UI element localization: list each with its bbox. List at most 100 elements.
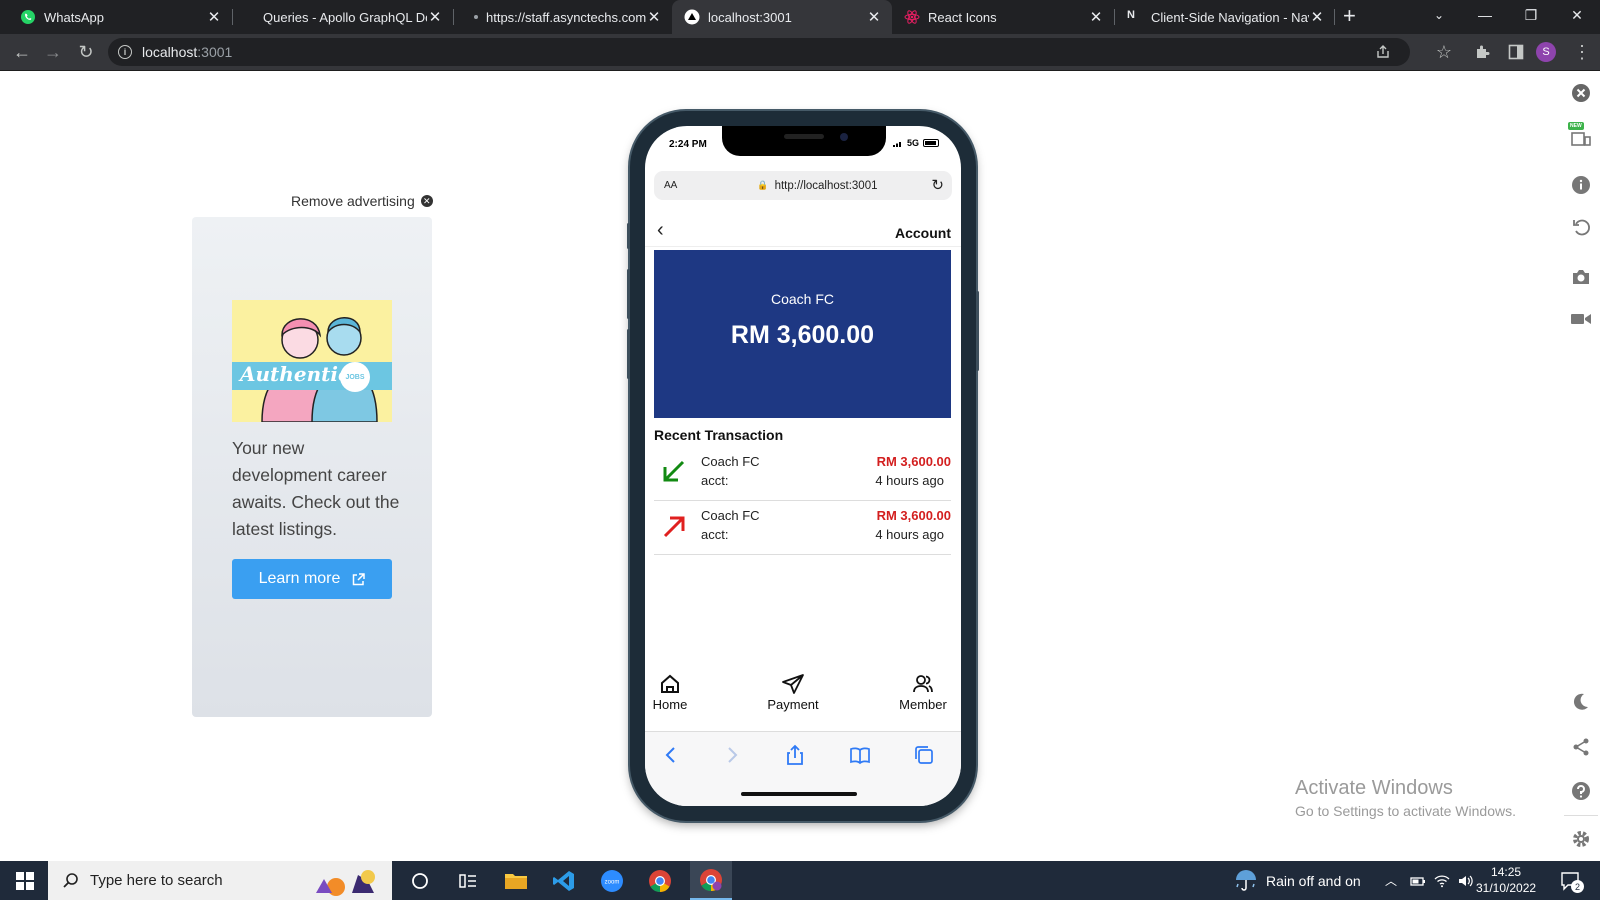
address-bar[interactable]: i localhost:3001	[108, 38, 1410, 66]
safari-tabs-icon[interactable]	[913, 744, 935, 766]
video-icon[interactable]	[1570, 308, 1592, 330]
close-window-button[interactable]: ✕	[1554, 0, 1600, 30]
transaction-acct: acct:	[701, 527, 729, 542]
ad-card[interactable]: Authentic JOBS Your new development care…	[192, 217, 432, 717]
tab-client-nav[interactable]: N Client-Side Navigation - Navi ✕	[1115, 0, 1335, 34]
balance-card: Coach FC RM 3,600.00	[654, 250, 951, 418]
device-toggle-icon[interactable]: NEW	[1568, 122, 1592, 146]
close-circle-icon: ✕	[420, 195, 433, 207]
safari-reload-icon[interactable]: ↻	[931, 176, 944, 194]
widgets-icon[interactable]	[454, 867, 482, 895]
balance-amount: RM 3,600.00	[730, 321, 875, 349]
learn-more-label: Learn more	[258, 570, 341, 587]
battery-tray-icon[interactable]	[1410, 861, 1426, 900]
chrome-icon[interactable]	[646, 867, 674, 895]
windows-start-icon[interactable]	[16, 872, 34, 890]
volume-icon[interactable]	[1458, 861, 1474, 900]
home-icon	[661, 674, 679, 693]
tab-localhost[interactable]: localhost:3001 ✕	[672, 0, 892, 34]
phone-volume-up	[627, 269, 630, 319]
task-view-circle-icon[interactable]	[406, 867, 434, 895]
tab-apollo[interactable]: Queries - Apollo GraphQL Do ✕	[233, 0, 453, 34]
safari-forward-icon[interactable]	[721, 744, 743, 766]
close-panel-icon[interactable]	[1570, 82, 1592, 104]
activate-windows-watermark: Activate Windows Go to Settings to activ…	[1295, 777, 1516, 819]
back-chevron-icon[interactable]: ‹	[657, 219, 664, 242]
tab-whatsapp[interactable]: WhatsApp ✕	[0, 0, 232, 34]
restore-button[interactable]: ❐	[1508, 0, 1554, 30]
share-nodes-icon[interactable]	[1570, 736, 1592, 758]
transaction-row[interactable]: Coach FC acct: RM 3,600.00 4 hours ago	[654, 501, 951, 555]
bookmark-star-icon[interactable]: ☆	[1432, 40, 1456, 64]
learn-more-button[interactable]: Learn more	[232, 559, 392, 599]
safari-share-icon[interactable]	[784, 744, 806, 766]
tab-close-icon[interactable]: ✕	[206, 8, 222, 26]
file-explorer-icon[interactable]	[502, 867, 530, 895]
notion-icon: N	[1127, 9, 1135, 21]
info-icon[interactable]	[1570, 174, 1592, 196]
status-indicators: 5G	[893, 138, 940, 148]
arrow-up-right-icon	[663, 516, 685, 538]
taskbar-search-input[interactable]: Type here to search	[48, 861, 392, 900]
status-time: 2:24 PM	[669, 139, 707, 150]
signal-icon	[893, 141, 901, 147]
react-icon	[904, 10, 920, 24]
nav-member[interactable]: Member	[895, 673, 951, 712]
address-url: localhost:3001	[142, 44, 233, 60]
vscode-icon[interactable]	[550, 867, 578, 895]
tab-react-icons[interactable]: React Icons ✕	[892, 0, 1114, 34]
transaction-name: Coach FC	[701, 508, 760, 523]
safari-back-icon[interactable]	[660, 744, 682, 766]
new-badge: NEW	[1568, 122, 1584, 130]
safari-address-bar[interactable]: AA 🔒 http://localhost:3001 ↻	[654, 171, 952, 200]
tab-close-icon[interactable]: ✕	[1088, 8, 1104, 26]
nav-home[interactable]: Home	[650, 673, 690, 712]
phone-silent-switch	[627, 223, 630, 249]
back-arrow-icon[interactable]: ←	[10, 40, 34, 64]
tab-separator	[1334, 9, 1335, 25]
forward-arrow-icon[interactable]: →	[41, 40, 65, 64]
home-indicator	[741, 792, 857, 796]
side-panel-icon[interactable]	[1508, 44, 1524, 60]
profile-avatar[interactable]: S	[1536, 42, 1556, 62]
tab-close-icon[interactable]: ✕	[1309, 8, 1325, 26]
settings-gear-icon[interactable]	[1570, 828, 1592, 850]
minimize-button[interactable]: —	[1462, 0, 1508, 30]
send-icon	[782, 674, 804, 694]
tray-chevron-icon[interactable]: ︿	[1385, 861, 1397, 900]
safari-bookmarks-icon[interactable]	[849, 744, 871, 766]
share-icon[interactable]	[1376, 45, 1390, 59]
site-info-icon[interactable]: i	[118, 45, 132, 59]
dark-mode-icon[interactable]	[1570, 690, 1592, 712]
transaction-row[interactable]: Coach FC acct: RM 3,600.00 4 hours ago	[654, 447, 951, 501]
taskbar-clock[interactable]: 14:25 31/10/2022	[1476, 864, 1536, 896]
wifi-icon[interactable]	[1434, 861, 1450, 900]
new-tab-button[interactable]: +	[1343, 5, 1356, 27]
ad-logo-text: Authentic	[240, 362, 351, 386]
rotate-icon[interactable]	[1570, 216, 1592, 238]
menu-kebab-icon[interactable]: ⋮	[1570, 40, 1594, 64]
recent-transactions-title: Recent Transaction	[654, 427, 784, 443]
nav-payment[interactable]: Payment	[763, 673, 823, 712]
transaction-amount: RM 3,600.00	[876, 508, 951, 523]
side-panel-divider	[1564, 815, 1598, 816]
tab-search-icon[interactable]: ⌄	[1416, 0, 1462, 30]
tab-close-icon[interactable]: ✕	[646, 8, 662, 26]
notification-center-icon[interactable]: 2	[1560, 861, 1584, 900]
zoom-icon[interactable]: zoom	[598, 867, 626, 895]
weather-widget[interactable]: Rain off and on	[1234, 861, 1361, 900]
camera-icon[interactable]	[1570, 266, 1592, 288]
transaction-acct: acct:	[701, 473, 729, 488]
chrome-profile-active-icon[interactable]	[690, 861, 732, 900]
help-icon[interactable]	[1570, 780, 1592, 802]
nav-payment-label: Payment	[767, 697, 819, 712]
ad-body-text: Your new development career awaits. Chec…	[232, 438, 400, 539]
users-icon	[913, 675, 933, 693]
reader-aa-button[interactable]: AA	[664, 180, 677, 191]
tab-staff[interactable]: https://staff.asynctechs.com/( ✕	[454, 0, 672, 34]
tab-close-icon[interactable]: ✕	[866, 8, 882, 26]
remove-advertising-link[interactable]: Remove advertising ✕	[291, 193, 433, 209]
reload-icon[interactable]: ↻	[74, 40, 98, 64]
extensions-icon[interactable]	[1475, 44, 1491, 60]
tab-close-icon[interactable]: ✕	[427, 8, 443, 26]
